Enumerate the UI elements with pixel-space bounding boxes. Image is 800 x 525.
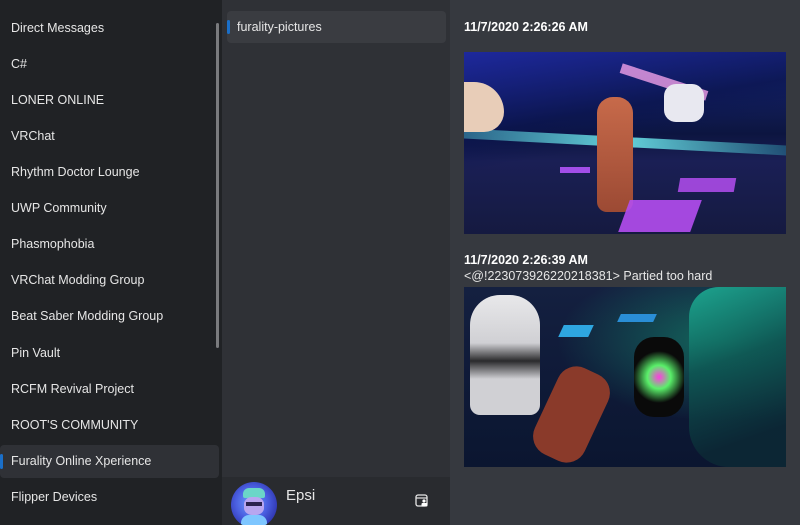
user-avatar[interactable]	[231, 482, 277, 525]
message-pane: 11/7/2020 2:26:26 AM 11/7/2020 2:26:39 A…	[450, 0, 800, 525]
image-detail	[664, 84, 704, 122]
app-window: Direct Messages C# LONER ONLINE VRChat R…	[0, 0, 800, 525]
image-detail	[617, 314, 657, 322]
server-item-label: Flipper Devices	[11, 490, 98, 504]
server-item-rcfm-revival-project[interactable]: RCFM Revival Project	[0, 373, 219, 406]
image-detail	[634, 337, 684, 417]
server-item-label: Furality Online Xperience	[11, 454, 152, 468]
server-item-label: Rhythm Doctor Lounge	[11, 165, 140, 179]
server-item-label: VRChat Modding Group	[11, 273, 145, 287]
server-list: Direct Messages C# LONER ONLINE VRChat R…	[0, 0, 222, 525]
server-item-label: Direct Messages	[11, 21, 105, 35]
server-item-roots-community[interactable]: ROOT'S COMMUNITY	[0, 409, 219, 442]
user-panel: Epsi	[222, 477, 450, 525]
image-detail	[558, 325, 594, 337]
server-item-label: VRChat	[11, 129, 55, 143]
username: Epsi	[286, 487, 316, 504]
server-item-label: LONER ONLINE	[11, 93, 105, 107]
image-detail	[677, 178, 737, 192]
server-item-label: RCFM Revival Project	[11, 382, 134, 396]
server-item-label: UWP Community	[11, 201, 107, 215]
avatar-face	[244, 497, 264, 515]
image-detail	[526, 359, 617, 467]
image-attachment[interactable]	[464, 287, 786, 467]
server-item-flipper-devices[interactable]: Flipper Devices	[0, 481, 219, 514]
server-item-label: ROOT'S COMMUNITY	[11, 418, 139, 432]
server-item-rhythm-doctor-lounge[interactable]: Rhythm Doctor Lounge	[0, 156, 219, 189]
server-item-label: C#	[11, 57, 27, 71]
image-detail	[618, 200, 702, 232]
server-item-loner-online[interactable]: LONER ONLINE	[0, 84, 219, 117]
avatar-body	[241, 515, 267, 525]
message-text: <@!223073926220218381> Partied too hard	[464, 269, 713, 283]
channel-list: furality-pictures Epsi	[222, 0, 450, 525]
settings-icon	[415, 494, 428, 507]
server-item-beat-saber-modding-group[interactable]: Beat Saber Modding Group	[0, 300, 219, 333]
server-item-direct-messages[interactable]: Direct Messages	[0, 12, 219, 45]
image-detail	[597, 97, 633, 212]
channel-item-furality-pictures[interactable]: furality-pictures	[227, 11, 446, 43]
server-item-uwp-community[interactable]: UWP Community	[0, 192, 219, 225]
image-detail	[689, 287, 786, 467]
server-item-phasmophobia[interactable]: Phasmophobia	[0, 228, 219, 261]
server-item-label: Beat Saber Modding Group	[11, 309, 164, 323]
selected-indicator	[227, 20, 230, 34]
avatar-eyes	[246, 502, 262, 506]
selected-indicator	[0, 454, 3, 469]
server-item-vrchat-modding-group[interactable]: VRChat Modding Group	[0, 264, 219, 297]
server-item-label: Phasmophobia	[11, 237, 95, 251]
server-item-furality-online-xperience[interactable]: Furality Online Xperience	[0, 445, 219, 478]
image-detail	[464, 82, 504, 132]
image-attachment[interactable]	[464, 52, 786, 234]
server-item-csharp[interactable]: C#	[0, 48, 219, 81]
server-item-pin-vault[interactable]: Pin Vault	[0, 337, 219, 370]
channel-item-label: furality-pictures	[237, 20, 322, 34]
message-timestamp: 11/7/2020 2:26:39 AM	[464, 253, 588, 267]
settings-button[interactable]	[415, 494, 429, 508]
message-timestamp: 11/7/2020 2:26:26 AM	[464, 20, 588, 34]
server-item-label: Pin Vault	[11, 346, 61, 360]
image-detail	[560, 167, 590, 173]
server-list-scrollbar[interactable]	[216, 23, 219, 348]
server-item-vrchat[interactable]: VRChat	[0, 120, 219, 153]
image-detail	[470, 295, 540, 415]
